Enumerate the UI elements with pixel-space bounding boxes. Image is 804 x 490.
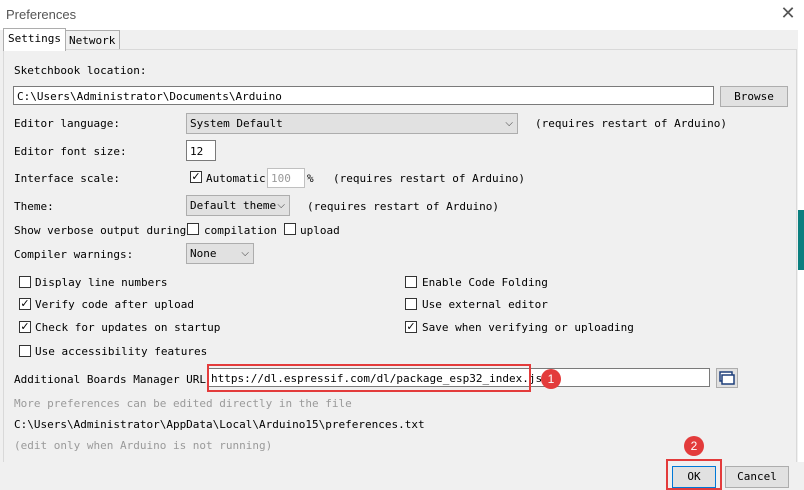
ok-button[interactable]: OK <box>672 466 716 488</box>
display-line-numbers-label: Display line numbers <box>35 276 168 289</box>
browse-button[interactable]: Browse <box>720 86 788 107</box>
editor-language-note: (requires restart of Arduino) <box>535 117 728 130</box>
upload-checkbox[interactable] <box>284 223 296 235</box>
external-editor-checkbox[interactable] <box>405 298 417 310</box>
compiler-warnings-value: None <box>190 247 217 260</box>
save-verifying-label: Save when verifying or uploading <box>422 321 634 334</box>
interface-scale-label: Interface scale: <box>14 172 120 185</box>
external-editor-label: Use external editor <box>422 298 548 311</box>
compilation-checkbox[interactable] <box>187 223 199 235</box>
save-verifying-checkbox[interactable]: ✓ <box>405 321 417 333</box>
tab-settings[interactable]: Settings <box>3 28 66 51</box>
code-folding-checkbox[interactable] <box>405 276 417 288</box>
title-bar <box>0 0 804 30</box>
boards-urls-label: Additional Boards Manager URLs: <box>14 373 220 386</box>
display-line-numbers-checkbox[interactable] <box>19 276 31 288</box>
font-size-field[interactable]: 12 <box>186 140 216 161</box>
annotation-badge-2: 2 <box>684 436 704 456</box>
editor-language-select[interactable]: System Default ⌵ <box>186 113 518 134</box>
check-updates-checkbox[interactable]: ✓ <box>19 321 31 333</box>
theme-value: Default theme <box>190 199 277 212</box>
window-title: Preferences <box>6 7 77 22</box>
scale-stepper[interactable]: 100 <box>267 168 305 188</box>
upload-label: upload <box>300 224 340 237</box>
chevron-down-icon: ⌵ <box>277 200 285 211</box>
compiler-warnings-select[interactable]: None ⌵ <box>186 243 254 264</box>
font-size-label: Editor font size: <box>14 145 127 158</box>
cancel-button[interactable]: Cancel <box>725 466 789 488</box>
tab-network[interactable]: Network <box>64 30 121 51</box>
sketchbook-label: Sketchbook location: <box>14 64 147 77</box>
compiler-warnings-label: Compiler warnings: <box>14 248 134 261</box>
editor-language-value: System Default <box>190 117 283 130</box>
window-list-icon <box>719 371 735 385</box>
theme-select[interactable]: Default theme ⌵ <box>186 195 290 216</box>
accessibility-checkbox[interactable] <box>19 345 31 357</box>
chevron-down-icon: ⌵ <box>505 118 513 129</box>
editor-language-label: Editor language: <box>14 117 120 130</box>
close-icon[interactable]: ✕ <box>778 4 798 24</box>
chevron-down-icon: ⌵ <box>241 248 249 259</box>
annotation-badge-1: 1 <box>541 369 561 389</box>
highlight-box-urls <box>207 364 531 392</box>
preferences-path: C:\Users\Administrator\AppData\Local\Ard… <box>14 418 425 431</box>
theme-note: (requires restart of Arduino) <box>307 200 500 213</box>
automatic-label: Automatic <box>206 172 266 185</box>
edit-urls-button[interactable] <box>716 368 738 388</box>
compilation-label: compilation <box>204 224 277 237</box>
check-updates-label: Check for updates on startup <box>35 321 221 334</box>
sketchbook-location-field[interactable]: C:\Users\Administrator\Documents\Arduino <box>13 86 714 105</box>
interface-scale-note: (requires restart of Arduino) <box>333 172 526 185</box>
verbose-label: Show verbose output during: <box>14 224 193 237</box>
automatic-checkbox[interactable]: ✓ <box>190 171 202 183</box>
verify-code-label: Verify code after upload <box>35 298 194 311</box>
more-prefs-text: More preferences can be edited directly … <box>14 397 352 410</box>
background-window-accent <box>798 210 804 270</box>
edit-note: (edit only when Arduino is not running) <box>14 439 273 452</box>
scale-unit: % <box>307 172 314 185</box>
accessibility-label: Use accessibility features <box>35 345 208 358</box>
code-folding-label: Enable Code Folding <box>422 276 548 289</box>
verify-code-checkbox[interactable]: ✓ <box>19 298 31 310</box>
theme-label: Theme: <box>14 200 54 213</box>
